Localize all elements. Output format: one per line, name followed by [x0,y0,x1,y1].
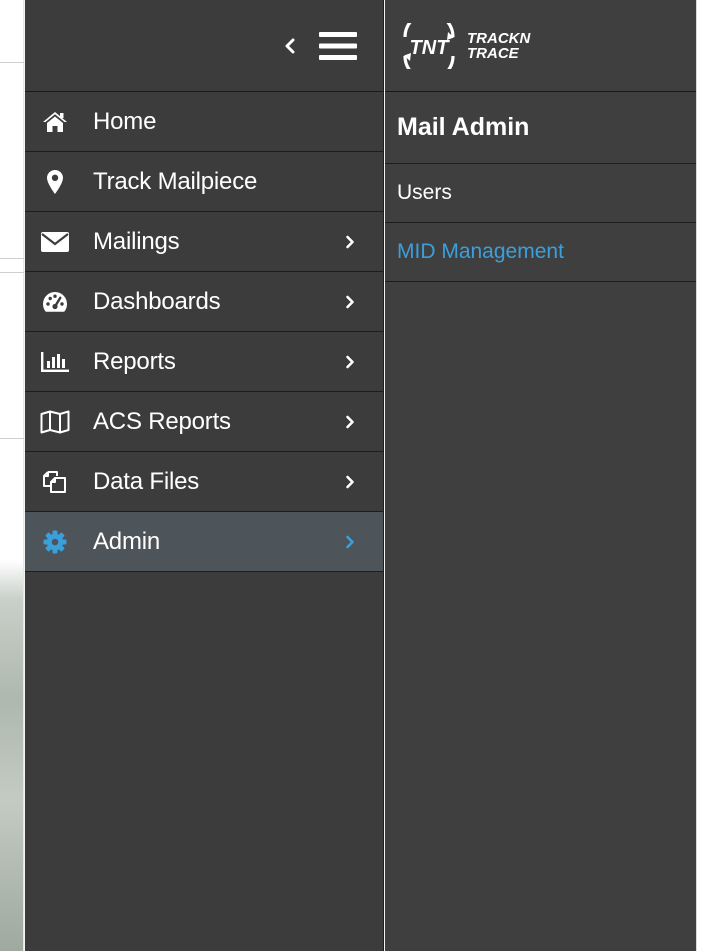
map-marker-icon [39,169,71,194]
dashboard-gauge-icon [39,290,71,314]
chevron-left-icon[interactable] [283,38,297,54]
sidebar-item-label: Dashboards [93,287,221,315]
copy-files-icon [39,470,71,494]
sidebar-item-data-files[interactable]: Data Files [25,452,383,512]
chevron-right-icon [346,295,354,308]
sidebar-item-acs-reports[interactable]: ACS Reports [25,392,383,452]
brand-logo[interactable]: TNT TRACKN TRACE [397,22,567,69]
chevron-right-icon [346,235,354,248]
sidebar-item-home[interactable]: Home [25,92,383,152]
chevron-right-icon [346,475,354,488]
brand-logo-line2: TRACE [467,45,520,62]
sidebar-item-reports[interactable]: Reports [25,332,383,392]
background-page-right-edge [696,0,707,951]
envelope-icon [39,230,71,254]
sidebar-item-label: ACS Reports [93,407,231,435]
chevron-right-icon [346,355,354,368]
admin-submenu-panel: TNT TRACKN TRACE Mail Admin Users MID Ma… [385,0,696,951]
map-icon [39,410,71,434]
home-icon [39,110,71,134]
sidebar-item-label: Mailings [93,227,180,255]
sidebar-item-mailings[interactable]: Mailings [25,212,383,272]
hamburger-menu-icon[interactable] [319,31,357,61]
sidebar-header [25,0,383,92]
background-page-left-edge [0,0,24,951]
chevron-right-icon [346,535,354,548]
main-sidebar: Home Track Mailpiece Mailings Dashboards… [25,0,384,951]
sidebar-item-label: Track Mailpiece [93,167,258,195]
sidebar-item-label: Data Files [93,467,200,495]
sidebar-item-label: Reports [93,347,176,375]
sidebar-item-label: Admin [93,527,161,555]
sidebar-item-track-mailpiece[interactable]: Track Mailpiece [25,152,383,212]
bar-chart-icon [39,350,71,374]
sidebar-item-admin[interactable]: Admin [25,512,383,572]
sidebar-nav-list: Home Track Mailpiece Mailings Dashboards… [25,92,383,572]
gear-icon [39,530,71,554]
sidebar-item-dashboards[interactable]: Dashboards [25,272,383,332]
submenu-title: Mail Admin [385,92,696,164]
brand-logo-mark: TNT [410,37,451,59]
brand-header: TNT TRACKN TRACE [385,0,696,92]
submenu-item-users[interactable]: Users [385,164,696,223]
chevron-right-icon [346,415,354,428]
sidebar-item-label: Home [93,107,157,135]
submenu-item-mid-management[interactable]: MID Management [385,223,696,282]
